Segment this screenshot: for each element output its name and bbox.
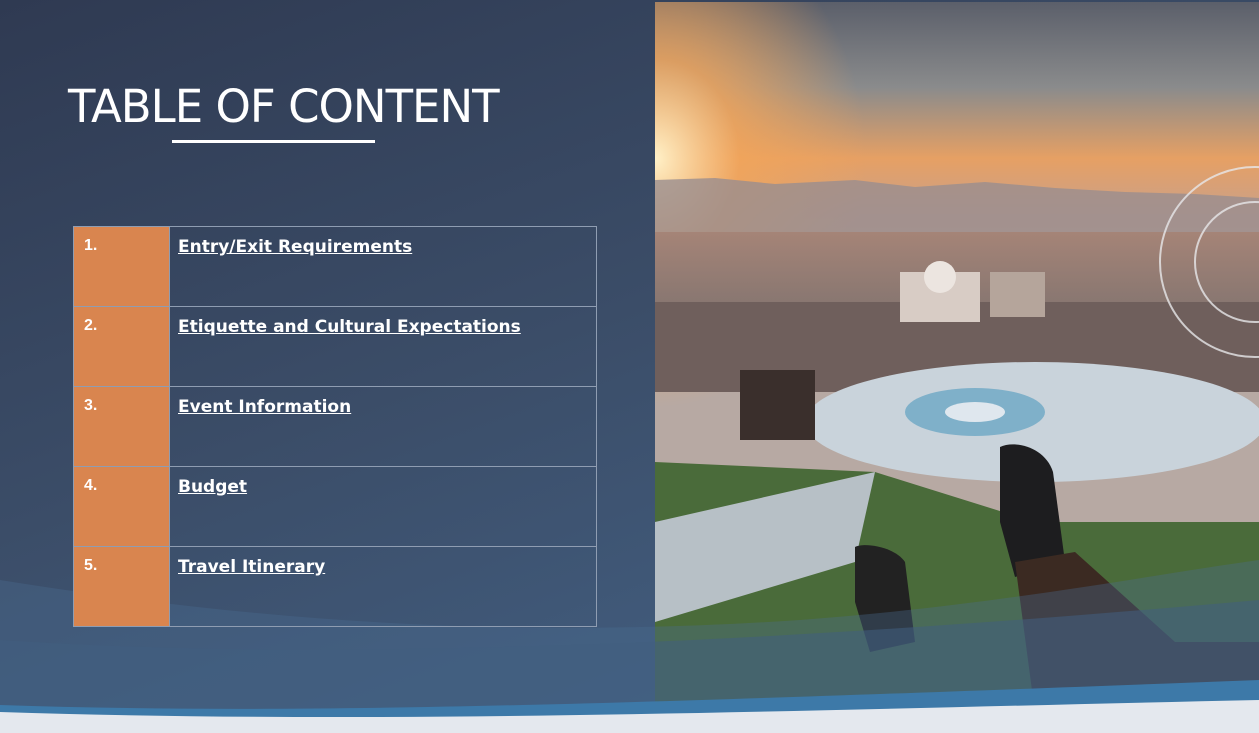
toc-link-event-information[interactable]: Event Information — [178, 397, 351, 417]
toc-item-cell: Event Information — [169, 386, 597, 467]
toc-number: 5. — [73, 546, 170, 627]
page-title: TABLE OF CONTENT — [68, 80, 500, 133]
toc-number: 3. — [73, 386, 170, 467]
toc-row: 5. Travel Itinerary — [73, 546, 597, 627]
toc-row: 3. Event Information — [73, 386, 597, 467]
toc-link-travel-itinerary[interactable]: Travel Itinerary — [178, 557, 325, 577]
toc-item-cell: Travel Itinerary — [169, 546, 597, 627]
toc-item-cell: Budget — [169, 466, 597, 547]
table-of-contents: 1. Entry/Exit Requirements 2. Etiquette … — [73, 226, 597, 627]
toc-row: 4. Budget — [73, 466, 597, 547]
toc-number: 1. — [73, 226, 170, 307]
toc-number: 2. — [73, 306, 170, 387]
toc-item-cell: Etiquette and Cultural Expectations — [169, 306, 597, 387]
toc-link-budget[interactable]: Budget — [178, 477, 247, 497]
toc-number: 4. — [73, 466, 170, 547]
toc-item-cell: Entry/Exit Requirements — [169, 226, 597, 307]
toc-link-entry-exit[interactable]: Entry/Exit Requirements — [178, 237, 412, 257]
title-underline — [172, 140, 375, 143]
city-sunset-photo — [655, 2, 1259, 713]
toc-link-etiquette[interactable]: Etiquette and Cultural Expectations — [178, 317, 521, 337]
toc-row: 1. Entry/Exit Requirements — [73, 226, 597, 307]
slide: TABLE OF CONTENT 1. Entry/Exit Requireme… — [0, 0, 1259, 733]
toc-row: 2. Etiquette and Cultural Expectations — [73, 306, 597, 387]
